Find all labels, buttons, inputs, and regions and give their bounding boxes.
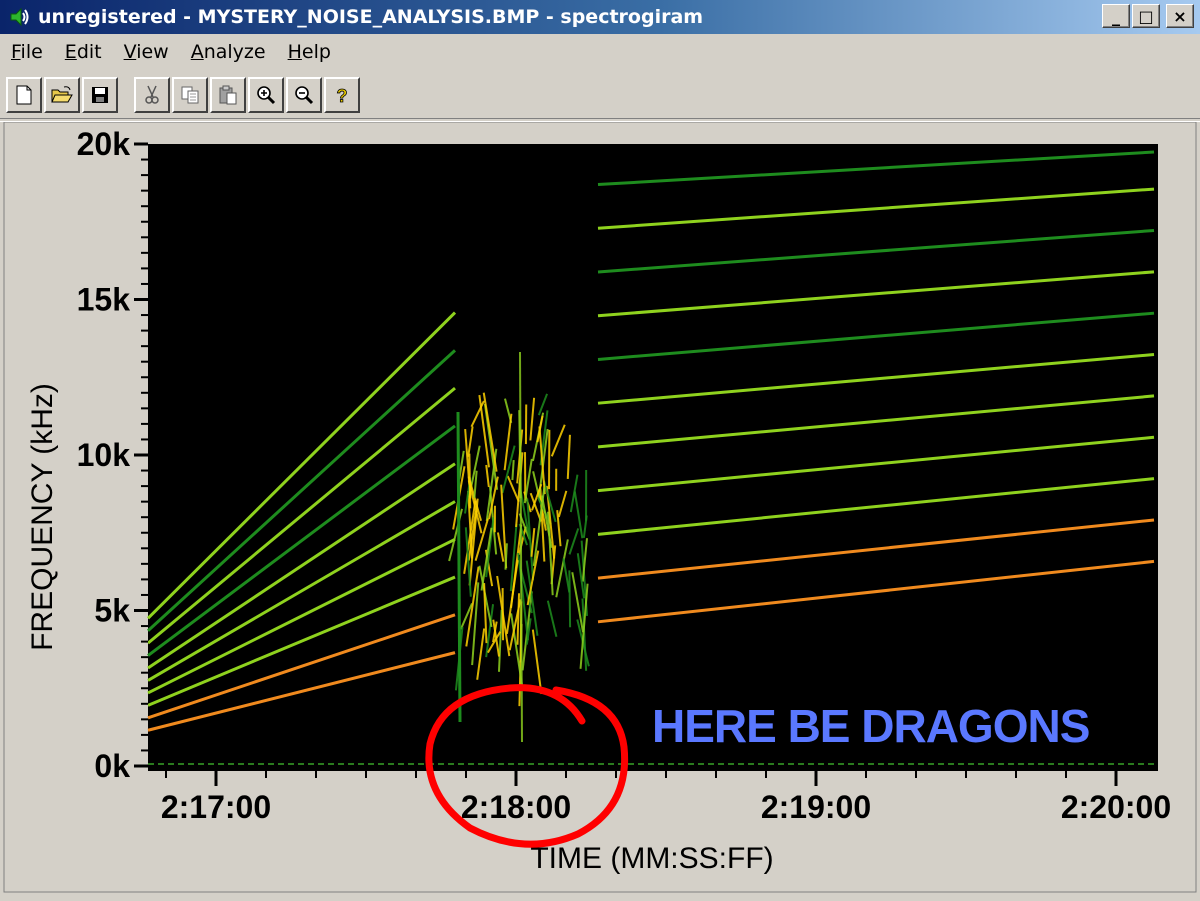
toolbar: ?: [6, 74, 360, 116]
close-button[interactable]: ×: [1166, 4, 1194, 28]
zoom-out-icon: [293, 84, 315, 106]
burst-streak: [512, 460, 513, 480]
menu-help[interactable]: Help: [277, 41, 342, 63]
title-bar[interactable]: unregistered - MYSTERY_NOISE_ANALYSIS.BM…: [0, 0, 1200, 34]
paste-icon: [217, 84, 239, 106]
save-disk-icon: [89, 84, 111, 106]
zoom-in-icon: [255, 84, 277, 106]
spectrogram-panel: 0k 5k 10k 15k 20k 2:17:00 2:18:00 2:19:00 2:20:…: [0, 122, 1200, 896]
zoom-in-button[interactable]: [248, 77, 284, 113]
help-icon: ?: [331, 84, 353, 106]
menu-view[interactable]: View: [113, 41, 180, 63]
svg-text:?: ?: [337, 86, 348, 106]
y-axis: 0k 5k 10k 15k 20k: [77, 126, 148, 784]
burst-edge: [458, 412, 460, 722]
x-axis-label: TIME (MM:SS:FF): [530, 842, 773, 875]
scissors-icon: [141, 84, 163, 106]
y-tick-label: 20k: [77, 126, 131, 162]
cut-button[interactable]: [134, 77, 170, 113]
y-tick-label: 10k: [77, 437, 131, 473]
burst-streak: [469, 454, 470, 509]
new-button[interactable]: [6, 77, 42, 113]
spectrogram-chart[interactable]: 0k 5k 10k 15k 20k 2:17:00 2:18:00 2:19:00 2:20:…: [0, 122, 1200, 896]
save-button[interactable]: [82, 77, 118, 113]
copy-icon: [179, 84, 201, 106]
burst-streak: [505, 543, 506, 569]
x-tick-label: 2:19:00: [761, 789, 871, 825]
y-tick-label: 5k: [94, 593, 130, 629]
y-tick-label: 0k: [94, 748, 130, 784]
menu-analyze[interactable]: Analyze: [180, 41, 277, 63]
burst-streak: [569, 570, 570, 627]
menu-file[interactable]: File: [0, 41, 54, 63]
open-folder-icon: [50, 84, 74, 106]
dragons-annotation: HERE BE DRAGONS: [652, 700, 1089, 752]
zoom-out-button[interactable]: [286, 77, 322, 113]
y-axis-label: FREQUENCY (kHz): [26, 383, 59, 651]
window-title: unregistered - MYSTERY_NOISE_ANALYSIS.BM…: [38, 6, 703, 28]
x-tick-label: 2:18:00: [461, 789, 571, 825]
menu-edit[interactable]: Edit: [54, 41, 113, 63]
maximize-button[interactable]: □: [1132, 4, 1160, 28]
new-document-icon: [13, 84, 35, 106]
paste-button[interactable]: [210, 77, 246, 113]
plot-background: [148, 144, 1158, 771]
minimize-button[interactable]: _: [1102, 4, 1130, 28]
x-tick-label: 2:20:00: [1061, 789, 1171, 825]
speaker-icon: [6, 3, 34, 31]
x-tick-label: 2:17:00: [161, 789, 271, 825]
x-axis: 2:17:00 2:18:00 2:19:00 2:20:00: [161, 770, 1171, 825]
y-tick-label: 15k: [77, 282, 131, 318]
copy-button[interactable]: [172, 77, 208, 113]
open-button[interactable]: [44, 77, 80, 113]
menu-bar: File Edit View Analyze Help: [0, 36, 1200, 68]
help-button[interactable]: ?: [324, 77, 360, 113]
